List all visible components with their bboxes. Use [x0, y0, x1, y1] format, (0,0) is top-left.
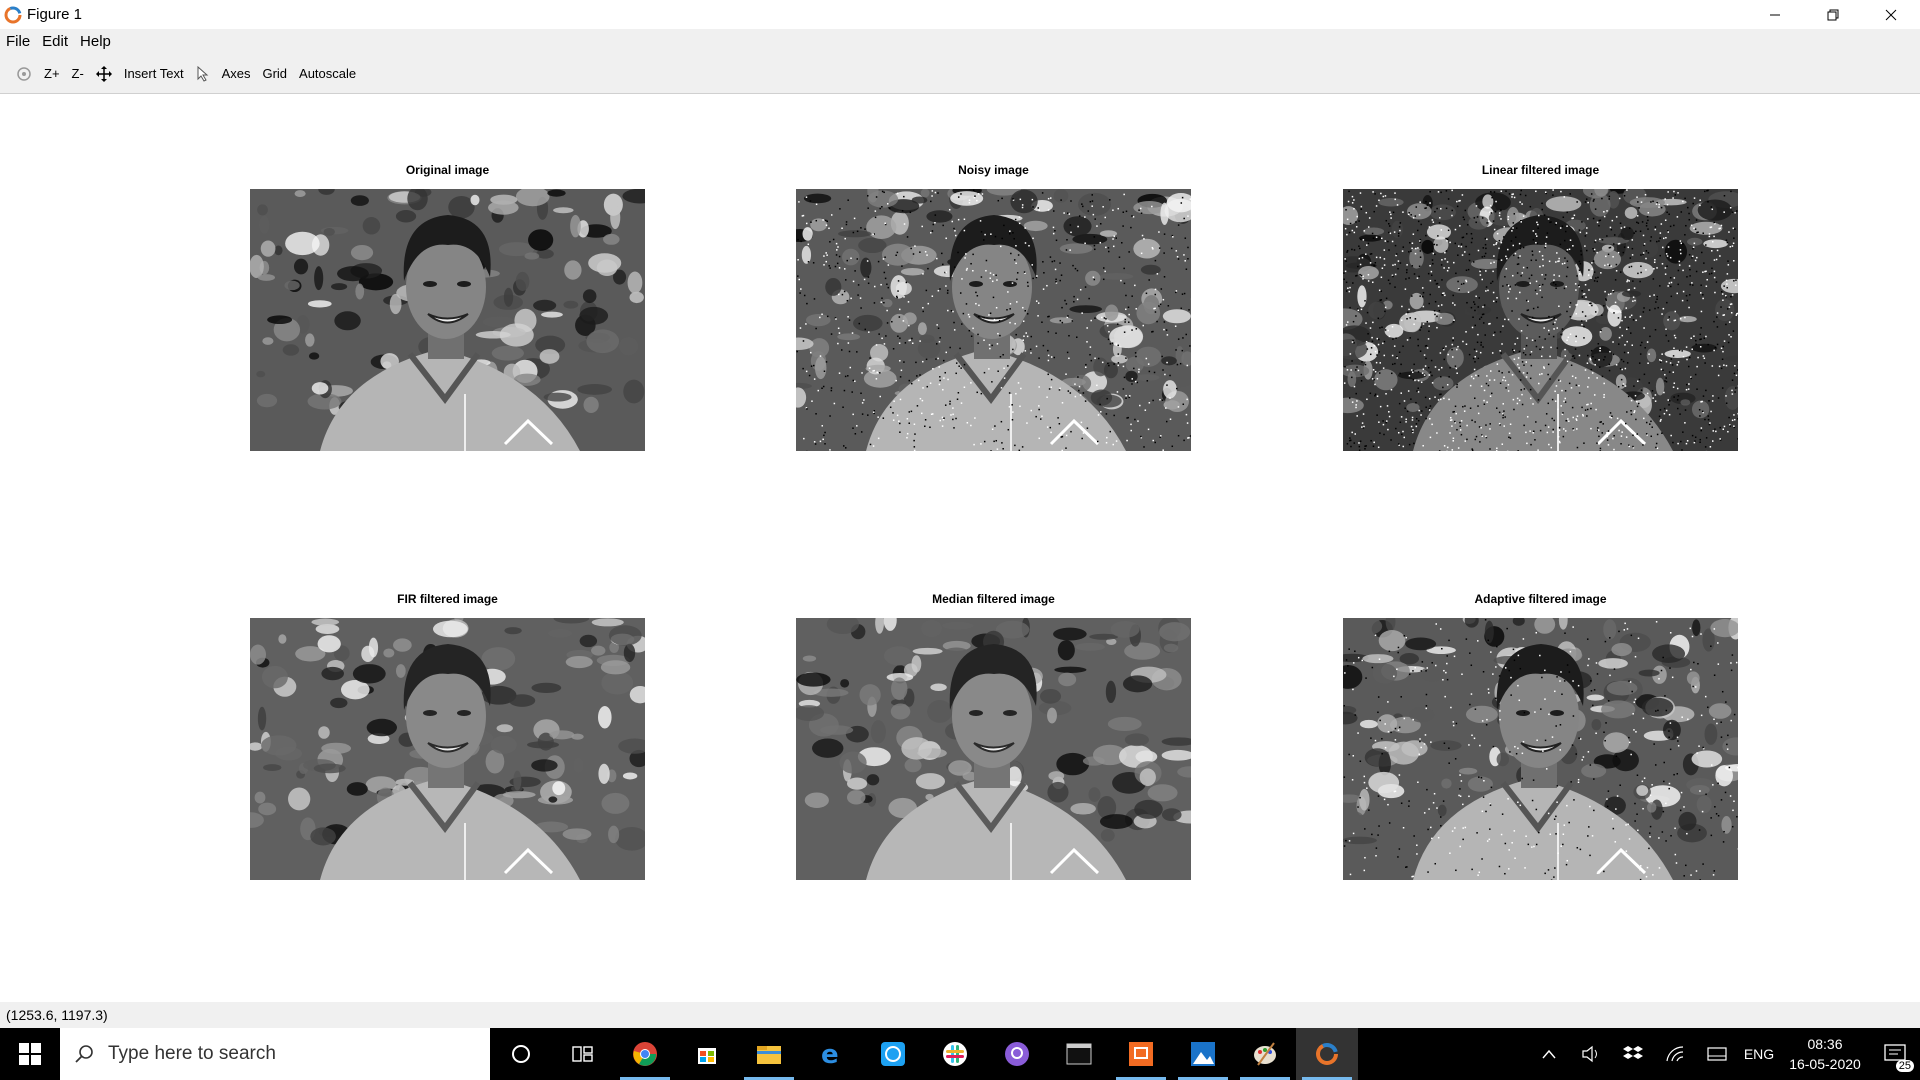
paint-icon	[1254, 1042, 1276, 1066]
photo-adaptive	[1343, 618, 1738, 880]
pan-button[interactable]	[90, 61, 118, 87]
photo-noisy	[796, 189, 1191, 451]
rotate-button[interactable]	[10, 61, 38, 87]
language-indicator[interactable]: ENG	[1738, 1028, 1780, 1080]
taskbar-terminal[interactable]	[1048, 1028, 1110, 1080]
title-bar: Figure 1	[0, 0, 1920, 29]
start-button[interactable]	[0, 1028, 60, 1080]
subplot-image-linear[interactable]	[1343, 189, 1738, 451]
dropbox-button[interactable]	[1612, 1028, 1654, 1080]
insert-text-button[interactable]: Insert Text	[118, 61, 190, 87]
search-icon	[75, 1045, 93, 1063]
minimize-button[interactable]	[1746, 0, 1804, 29]
subplot-image-original[interactable]	[250, 189, 645, 451]
subplot-title-median: Median filtered image	[932, 592, 1055, 606]
subplot-title-linear: Linear filtered image	[1481, 163, 1600, 177]
status-bar: (1253.6, 1197.3)	[0, 1002, 1920, 1028]
taskbar-photos[interactable]	[1172, 1028, 1234, 1080]
windows-logo-icon	[19, 1043, 41, 1065]
taskbar-octave[interactable]	[1296, 1028, 1358, 1080]
cursor-coordinates: (1253.6, 1197.3)	[6, 1007, 108, 1023]
taskbar-slack[interactable]	[924, 1028, 986, 1080]
zoom-in-button[interactable]: Z+	[38, 61, 66, 87]
zoom-out-button[interactable]: Z-	[66, 61, 90, 87]
pointer-icon	[197, 65, 208, 82]
taskbar-chrome[interactable]	[614, 1028, 676, 1080]
menu-edit[interactable]: Edit	[36, 29, 74, 54]
terminal-icon	[1066, 1043, 1092, 1065]
whatsapp-icon	[881, 1042, 905, 1066]
edge-icon: e	[821, 1042, 839, 1066]
cortana-button[interactable]	[490, 1028, 552, 1080]
clock[interactable]: 08:36 16-05-2020	[1780, 1034, 1870, 1074]
close-icon	[1885, 9, 1897, 20]
speaker-icon	[1582, 1045, 1597, 1063]
taskbar-file-explorer[interactable]	[738, 1028, 800, 1080]
pan-icon	[95, 65, 112, 82]
subplot-title-adaptive: Adaptive filtered image	[1474, 592, 1607, 606]
menu-bar: File Edit Help	[0, 29, 1920, 54]
minimize-icon	[1770, 14, 1780, 15]
figure-toolbar: Z+ Z- Insert Text Axes Grid Autoscale	[0, 54, 1920, 94]
autoscale-button[interactable]: Autoscale	[293, 61, 362, 87]
display-icon	[1707, 1047, 1727, 1061]
close-button[interactable]	[1862, 0, 1920, 29]
svg-text:e: e	[821, 1042, 839, 1066]
taskbar-search-box[interactable]: Type here to search	[60, 1028, 490, 1080]
menu-help[interactable]: Help	[74, 29, 117, 54]
taskbar-whatsapp[interactable]	[862, 1028, 924, 1080]
subplot-image-fir[interactable]	[250, 618, 645, 880]
photo-original	[250, 189, 645, 451]
volume-button[interactable]	[1570, 1028, 1612, 1080]
window-title: Figure 1	[27, 6, 83, 23]
grid-button[interactable]: Grid	[256, 61, 293, 87]
task-view-icon	[572, 1046, 593, 1062]
taskbar-github[interactable]	[986, 1028, 1048, 1080]
subplot-image-noisy[interactable]	[796, 189, 1191, 451]
rotate-icon	[17, 66, 31, 81]
clock-date: 16-05-2020	[1789, 1056, 1861, 1072]
photo-linear	[1343, 189, 1738, 451]
task-view-button[interactable]	[552, 1028, 614, 1080]
subplot-title-original: Original image	[405, 163, 490, 177]
search-placeholder: Type here to search	[108, 1043, 276, 1064]
octave-logo-icon	[4, 6, 22, 23]
axes-button[interactable]: Axes	[216, 61, 257, 87]
network-button[interactable]	[1654, 1028, 1696, 1080]
subplot-title-fir: FIR filtered image	[397, 592, 498, 606]
taskbar-slides[interactable]	[1110, 1028, 1172, 1080]
taskbar-paint[interactable]	[1234, 1028, 1296, 1080]
photos-icon	[1191, 1042, 1215, 1066]
clock-time: 08:36	[1807, 1036, 1843, 1052]
menu-file[interactable]: File	[0, 29, 36, 54]
notification-count-badge: 25	[1895, 1060, 1914, 1072]
file-explorer-icon	[757, 1046, 781, 1064]
chrome-icon	[633, 1042, 657, 1066]
slack-icon	[943, 1042, 967, 1066]
chevron-up-icon	[1542, 1049, 1556, 1059]
show-hidden-icons-button[interactable]	[1528, 1028, 1570, 1080]
github-icon	[1005, 1042, 1029, 1066]
select-button[interactable]	[190, 61, 216, 87]
system-tray: ENG 08:36 16-05-2020 25	[1528, 1028, 1920, 1080]
dropbox-icon	[1623, 1046, 1643, 1059]
restore-button[interactable]	[1804, 0, 1862, 29]
subplot-image-median[interactable]	[796, 618, 1191, 880]
figure-canvas[interactable]: Original image Noisy image Linear filter…	[0, 94, 1920, 1002]
taskbar-store[interactable]	[676, 1028, 738, 1080]
store-icon	[698, 1048, 716, 1064]
taskbar: Type here to search e ENG 08:36 16-05-20…	[0, 1028, 1920, 1080]
action-center-button[interactable]: 25	[1870, 1028, 1920, 1080]
cortana-icon	[512, 1045, 530, 1063]
subplot-image-adaptive[interactable]	[1343, 618, 1738, 880]
display-button[interactable]	[1696, 1028, 1738, 1080]
photo-median	[796, 618, 1191, 880]
taskbar-edge[interactable]: e	[800, 1028, 862, 1080]
restore-icon	[1827, 9, 1839, 20]
wifi-icon	[1666, 1046, 1684, 1062]
slides-icon	[1129, 1042, 1153, 1066]
photo-fir	[250, 618, 645, 880]
octave-icon	[1316, 1043, 1338, 1065]
subplot-title-noisy: Noisy image	[958, 163, 1029, 177]
